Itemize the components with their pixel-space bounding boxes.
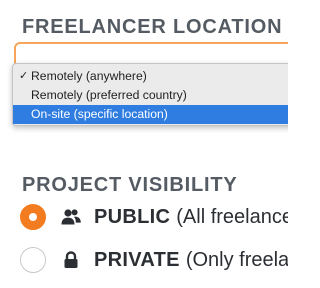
option-label: Remotely (anywhere): [31, 69, 147, 83]
visibility-option-public[interactable]: PUBLIC (All freelancers: [20, 202, 288, 232]
freelancer-location-dropdown: ✓ Remotely (anywhere) Remotely (preferre…: [12, 63, 288, 126]
project-visibility-heading: PROJECT VISIBILITY: [22, 174, 238, 196]
option-label: Remotely (preferred country): [31, 88, 187, 102]
option-remotely-preferred-country[interactable]: Remotely (preferred country): [13, 86, 288, 105]
visibility-option-private[interactable]: PRIVATE (Only freelancers: [20, 245, 288, 275]
private-radio[interactable]: [20, 247, 46, 273]
lock-icon: [60, 250, 82, 270]
freelancer-location-heading: FREELANCER LOCATION: [22, 16, 283, 38]
option-on-site[interactable]: On-site (specific location): [13, 105, 288, 124]
page: FREELANCER LOCATION ✓ Remotely (anywhere…: [0, 0, 288, 288]
option-remotely-anywhere[interactable]: ✓ Remotely (anywhere): [13, 67, 288, 86]
private-description: (Only freelancers: [185, 248, 288, 271]
checkmark-icon: ✓: [19, 70, 29, 82]
option-label: On-site (specific location): [31, 107, 168, 121]
private-title: PRIVATE: [94, 248, 180, 271]
public-radio[interactable]: [20, 204, 46, 230]
public-description: (All freelancers: [176, 205, 288, 228]
public-title: PUBLIC: [94, 205, 171, 228]
users-icon: [60, 207, 82, 227]
